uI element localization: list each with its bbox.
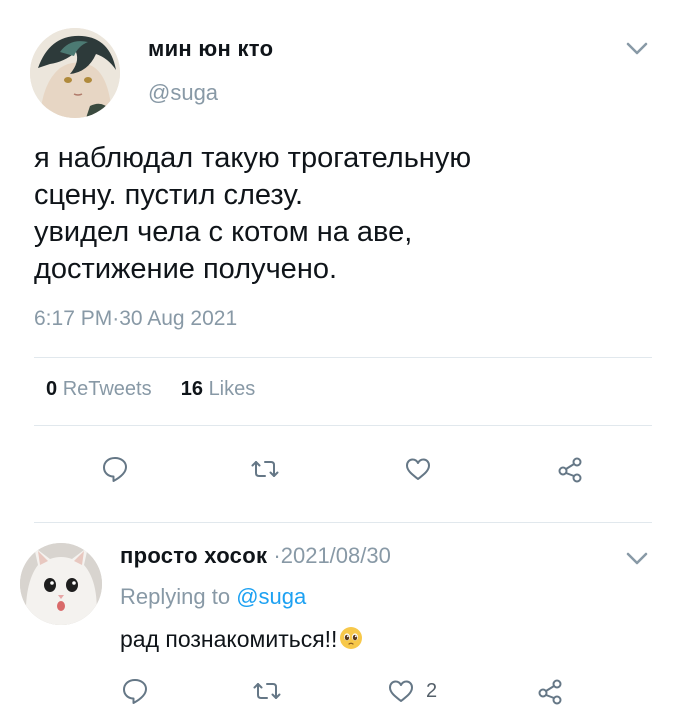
retweets-label[interactable]: ReTweets [63, 378, 152, 400]
tweet-text-line: сцену. пустил слезу. [34, 179, 304, 211]
pleading-face-emoji [339, 626, 363, 650]
divider [34, 522, 652, 523]
retweets-count[interactable]: 0 [46, 378, 57, 400]
tweet-text: я наблюдал такую трогательную сцену. пус… [34, 140, 654, 288]
replying-handle[interactable]: @suga [236, 584, 306, 609]
likes-count[interactable]: 16 [181, 378, 203, 400]
reply-avatar[interactable] [20, 543, 102, 625]
share-icon[interactable] [555, 454, 585, 484]
tweet-text-line: увидел чела с котом на аве, [34, 216, 413, 248]
divider [34, 357, 652, 358]
reply-text-body: рад познакомиться!! [120, 626, 338, 652]
reply-like-count: 2 [426, 680, 438, 702]
retweet-icon[interactable] [252, 676, 282, 706]
reply-text: рад познакомиться!! [120, 626, 363, 653]
heart-icon[interactable] [403, 454, 433, 484]
comment-icon[interactable] [100, 454, 130, 484]
replying-label: Replying to [120, 584, 231, 609]
reply-author-name[interactable]: просто хосок [120, 543, 267, 568]
chevron-down-icon[interactable] [622, 36, 652, 60]
comment-icon[interactable] [120, 676, 150, 706]
replying-to: Replying to @suga [120, 584, 306, 610]
divider [34, 425, 652, 426]
tweet-stats: 0 ReTweets 16 Likes [46, 378, 255, 401]
heart-icon[interactable] [386, 676, 416, 706]
author-name[interactable]: мин юн кто [148, 36, 273, 62]
author-handle[interactable]: @suga [148, 80, 218, 106]
tweet-timestamp[interactable]: 6:17 PM·30 Aug 2021 [34, 307, 237, 331]
reply-date[interactable]: ·2021/08/30 [273, 543, 390, 568]
reply-header: просто хосок ·2021/08/30 [120, 543, 391, 569]
tweet-text-line: достижение получено. [34, 253, 338, 285]
tweet-text-line: я наблюдал такую трогательную [34, 142, 472, 174]
share-icon[interactable] [535, 676, 565, 706]
likes-label[interactable]: Likes [209, 378, 256, 400]
chevron-down-icon[interactable] [622, 546, 652, 570]
retweet-icon[interactable] [250, 454, 280, 484]
author-avatar[interactable] [30, 28, 120, 118]
